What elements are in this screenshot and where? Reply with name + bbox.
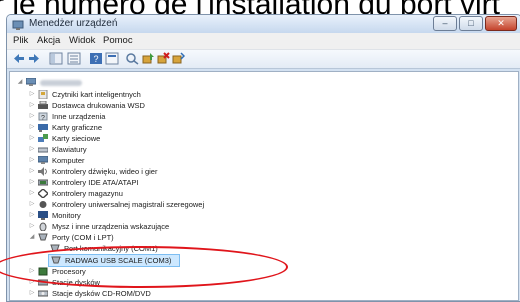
collapse-arrow-icon[interactable]: ◢ <box>28 232 36 243</box>
tree-item-label: Monitory <box>52 211 81 220</box>
expand-arrow-icon[interactable]: ▷ <box>28 133 36 144</box>
tree-item-label: Karty sieciowe <box>52 134 101 143</box>
back-icon[interactable] <box>12 52 26 65</box>
storage-controller-icon <box>36 188 50 199</box>
tree-item-label: Porty (COM i LPT) <box>52 233 114 242</box>
tree-item-sound-video-game-controllers[interactable]: ▷ Kontrolery dźwięku, wideo i gier <box>28 166 328 177</box>
expand-arrow-icon[interactable]: ▷ <box>28 155 36 166</box>
show-hide-tree-icon[interactable] <box>49 52 63 65</box>
svg-text:?: ? <box>93 54 98 64</box>
expand-arrow-icon[interactable]: ◢ <box>16 77 24 88</box>
device-manager-app-icon <box>12 18 24 30</box>
tree-item-label: Inne urządzenia <box>52 112 106 121</box>
tree-item-network-adapters[interactable]: ▷ Karty sieciowe <box>28 133 328 144</box>
computer-icon <box>25 77 37 87</box>
tree-item-usb-controllers[interactable]: ▷ Kontrolery uniwersalnej magistrali sze… <box>28 199 328 210</box>
tree-item-label: Dostawca drukowania WSD <box>52 101 145 110</box>
tree-item-computer[interactable]: ▷ Komputer <box>28 155 328 166</box>
tree-item-ide-ata-atapi-controllers[interactable]: ▷ Kontrolery IDE ATA/ATAPI <box>28 177 328 188</box>
tree-item-label: Kontrolery uniwersalnej magistrali szere… <box>52 200 205 209</box>
tree-item-label: Klawiatury <box>52 145 87 154</box>
display-adapter-icon <box>38 123 48 132</box>
mouse-icon <box>38 222 48 232</box>
tree-item-label: Kontrolery dźwięku, wideo i gier <box>52 167 158 176</box>
menu-bar: Plik Akcja Widok Pomoc <box>7 33 520 50</box>
tree-root[interactable]: ◢ <box>16 77 216 88</box>
expand-arrow-icon[interactable]: ▷ <box>28 288 36 299</box>
tree-item-smart-card-readers[interactable]: ▷ Czytniki kart inteligentnych <box>28 89 328 100</box>
expand-arrow-icon[interactable]: ▷ <box>28 89 36 100</box>
printer-icon <box>38 100 48 110</box>
redacted-computer-name <box>40 80 82 86</box>
tree-item-label: Kontrolery IDE ATA/ATAPI <box>52 178 139 187</box>
port-icon <box>38 233 48 242</box>
expand-arrow-icon[interactable]: ▷ <box>28 122 36 133</box>
smart-card-reader-icon <box>38 89 48 100</box>
usb-controller-icon <box>38 200 48 209</box>
expand-arrow-icon[interactable]: ▷ <box>28 221 36 232</box>
expand-arrow-icon[interactable]: ▷ <box>28 111 36 122</box>
list-icon[interactable] <box>67 52 81 65</box>
expand-arrow-icon[interactable]: ▷ <box>28 144 36 155</box>
tree-item-monitors[interactable]: ▷ Monitory <box>28 210 328 221</box>
tree-item-storage-controllers[interactable]: ▷ Kontrolery magazynu <box>28 188 328 199</box>
expand-arrow-icon[interactable]: ▷ <box>28 177 36 188</box>
tree-item-ports[interactable]: ◢ Porty (COM i LPT) <box>28 232 328 243</box>
tree-item-label: Mysz i inne urządzenia wskazujące <box>52 222 170 231</box>
tree-item-label: Kontrolery magazynu <box>52 189 123 198</box>
tree-item-other-devices[interactable]: ▷ ? Inne urządzenia <box>28 111 328 122</box>
ide-controller-icon <box>37 178 49 187</box>
monitor-icon <box>38 211 48 220</box>
tree-item-cd-dvd-drives[interactable]: ▷ Stacje dysków CD-ROM/DVD <box>28 288 328 299</box>
tree-item-wsd-print-provider[interactable]: ▷ Dostawca drukowania WSD <box>28 100 328 111</box>
expand-arrow-icon[interactable]: ▷ <box>28 188 36 199</box>
keyboard-icon <box>37 145 49 154</box>
network-adapter-icon <box>38 134 48 143</box>
maximize-button[interactable]: □ <box>459 16 483 31</box>
uninstall-icon[interactable] <box>156 52 170 65</box>
expand-arrow-icon[interactable]: ▷ <box>28 166 36 177</box>
forward-icon[interactable] <box>27 52 41 65</box>
menu-help[interactable]: Pomoc <box>103 35 133 46</box>
menu-view[interactable]: Widok <box>69 35 95 46</box>
highlight-ring-annotation <box>0 246 288 288</box>
expand-arrow-icon[interactable]: ▷ <box>28 210 36 221</box>
minimize-button[interactable]: – <box>433 16 457 31</box>
scan-hardware-icon[interactable] <box>125 52 139 65</box>
tree-item-keyboards[interactable]: ▷ Klawiatury <box>28 144 328 155</box>
tree-item-label: Stacje dysków CD-ROM/DVD <box>52 289 151 298</box>
speaker-icon <box>38 167 48 176</box>
window-title: Menedżer urządzeń <box>29 18 118 29</box>
disable-icon[interactable] <box>171 52 185 65</box>
tree-item-label: Komputer <box>52 156 85 165</box>
expand-arrow-icon[interactable]: ▷ <box>28 199 36 210</box>
tree-item-display-adapters[interactable]: ▷ Karty graficzne <box>28 122 328 133</box>
tree-item-label: Czytniki kart inteligentnych <box>52 90 141 99</box>
cd-drive-icon <box>37 289 49 298</box>
window-controls: – □ ✕ <box>433 16 517 31</box>
expand-arrow-icon[interactable]: ▷ <box>28 100 36 111</box>
unknown-device-icon: ? <box>38 112 48 122</box>
help-icon[interactable]: ? <box>89 52 103 65</box>
tree-item-mice[interactable]: ▷ Mysz i inne urządzenia wskazujące <box>28 221 328 232</box>
properties-icon[interactable] <box>105 52 119 65</box>
svg-text:?: ? <box>41 115 45 121</box>
title-bar[interactable]: Menedżer urządzeń – □ ✕ <box>7 15 520 33</box>
computer-icon <box>37 155 49 165</box>
close-button[interactable]: ✕ <box>485 16 517 31</box>
menu-action[interactable]: Akcja <box>37 35 60 46</box>
tree-item-label: Karty graficzne <box>52 123 103 132</box>
toolbar: ? <box>7 50 520 69</box>
menu-file[interactable]: Plik <box>13 35 28 46</box>
update-driver-icon[interactable] <box>141 52 155 65</box>
